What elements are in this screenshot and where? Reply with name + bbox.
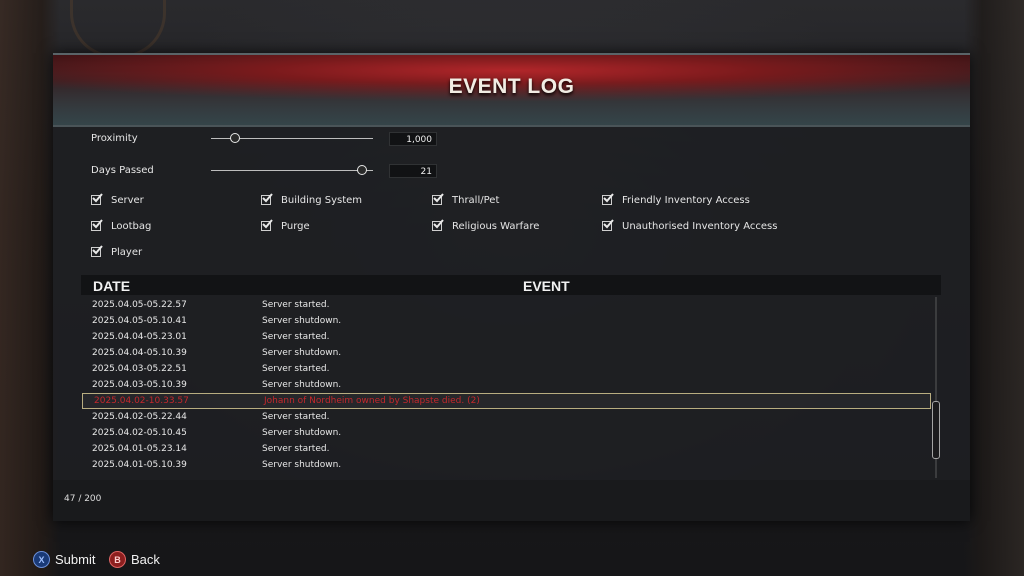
- table-row[interactable]: 2025.04.01-05.23.14 Server started.: [81, 441, 931, 457]
- background-wall-right: [964, 0, 1024, 576]
- table-header: DATE EVENT: [81, 275, 941, 295]
- row-date: 2025.04.03-05.10.39: [92, 380, 187, 390]
- row-event: Server shutdown.: [262, 428, 342, 438]
- checkbox-server[interactable]: Server: [91, 192, 144, 208]
- checkbox-player[interactable]: Player: [91, 244, 142, 260]
- panel-header: EVENT LOG: [53, 53, 970, 127]
- checkbox-label: Server: [111, 194, 144, 206]
- checkmark-icon[interactable]: [91, 219, 103, 231]
- table-row[interactable]: 2025.04.05-05.22.57 Server started.: [81, 297, 931, 313]
- checkbox-label: Unauthorised Inventory Access: [622, 220, 778, 232]
- checkbox-lootbag[interactable]: Lootbag: [91, 218, 151, 234]
- days-passed-slider-track[interactable]: [211, 170, 373, 171]
- row-date: 2025.04.03-05.22.51: [92, 364, 187, 374]
- checkmark-icon[interactable]: [261, 219, 273, 231]
- table-row[interactable]: 2025.04.01-05.10.39 Server shutdown.: [81, 457, 931, 473]
- column-header-date: DATE: [93, 278, 131, 294]
- event-log-panel: EVENT LOG Proximity 1,000 Days Passed 21…: [53, 53, 970, 521]
- checkmark-icon[interactable]: [432, 219, 444, 231]
- panel-footer: 47 / 200: [53, 480, 970, 521]
- checkbox-purge[interactable]: Purge: [261, 218, 310, 234]
- checkmark-icon[interactable]: [602, 219, 614, 231]
- checkmark-icon[interactable]: [91, 245, 103, 257]
- x-button-icon: X: [33, 551, 50, 568]
- background-window: [70, 0, 166, 58]
- row-date: 2025.04.01-05.23.14: [92, 444, 187, 454]
- background-wall-left: [0, 0, 60, 576]
- table-row-selected[interactable]: 2025.04.02-10.33.57 Johann of Nordheim ow…: [82, 393, 931, 409]
- table-row[interactable]: 2025.04.02-05.10.45 Server shutdown.: [81, 425, 931, 441]
- checkbox-label: Thrall/Pet: [452, 194, 500, 206]
- checkbox-unauthorised-inventory-access[interactable]: Unauthorised Inventory Access: [602, 218, 777, 234]
- checkbox-label: Religious Warfare: [452, 220, 540, 232]
- days-passed-label: Days Passed: [91, 165, 154, 176]
- table-row[interactable]: 2025.04.03-05.10.39 Server shutdown.: [81, 377, 931, 393]
- row-event: Server started.: [262, 364, 330, 374]
- checkbox-label: Lootbag: [111, 220, 152, 232]
- row-event: Server shutdown.: [262, 316, 342, 326]
- proximity-value-field[interactable]: 1,000: [389, 132, 437, 146]
- table-row[interactable]: 2025.04.04-05.23.01 Server started.: [81, 329, 931, 345]
- checkmark-icon[interactable]: [91, 193, 103, 205]
- row-date: 2025.04.05-05.10.41: [92, 316, 187, 326]
- checkmark-icon[interactable]: [432, 193, 444, 205]
- proximity-label: Proximity: [91, 133, 138, 144]
- row-date: 2025.04.01-05.10.39: [92, 460, 187, 470]
- days-passed-value-field[interactable]: 21: [389, 164, 437, 178]
- checkbox-label: Building System: [281, 194, 363, 206]
- row-date: 2025.04.02-05.10.45: [92, 428, 187, 438]
- table-row[interactable]: 2025.04.04-05.10.39 Server shutdown.: [81, 345, 931, 361]
- row-date: 2025.04.02-10.33.57: [94, 396, 189, 406]
- submit-prompt[interactable]: X Submit: [33, 551, 95, 568]
- checkbox-building-system[interactable]: Building System: [261, 192, 362, 208]
- row-date: 2025.04.02-05.22.44: [92, 412, 187, 422]
- checkbox-label: Player: [111, 246, 143, 258]
- row-date: 2025.04.04-05.10.39: [92, 348, 187, 358]
- column-header-event: EVENT: [523, 278, 570, 294]
- row-event: Server shutdown.: [262, 460, 342, 470]
- proximity-slider-thumb[interactable]: [230, 133, 241, 143]
- table-row[interactable]: 2025.04.03-05.22.51 Server started.: [81, 361, 931, 377]
- row-event: Server shutdown.: [262, 380, 342, 390]
- table-row[interactable]: 2025.04.02-05.22.44 Server started.: [81, 409, 931, 425]
- event-counter: 47 / 200: [64, 494, 102, 504]
- row-event: Server shutdown.: [262, 348, 342, 358]
- row-event: Server started.: [262, 444, 330, 454]
- row-date: 2025.04.04-05.23.01: [92, 332, 187, 342]
- checkbox-religious-warfare[interactable]: Religious Warfare: [432, 218, 539, 234]
- scrollbar-thumb[interactable]: [932, 401, 940, 459]
- row-event: Server started.: [262, 332, 330, 342]
- table-row[interactable]: 2025.04.05-05.10.41 Server shutdown.: [81, 313, 931, 329]
- checkbox-label: Purge: [281, 220, 310, 232]
- checkbox-thrall-pet[interactable]: Thrall/Pet: [432, 192, 499, 208]
- back-label: Back: [131, 552, 160, 567]
- checkmark-icon[interactable]: [602, 193, 614, 205]
- checkmark-icon[interactable]: [261, 193, 273, 205]
- submit-label: Submit: [55, 552, 96, 567]
- event-list: 2025.04.05-05.22.57 Server started. 2025.0…: [81, 297, 941, 478]
- b-button-icon: B: [109, 551, 126, 568]
- row-event: Server started.: [262, 300, 330, 310]
- page-title: EVENT LOG: [448, 75, 575, 98]
- back-prompt[interactable]: B Back: [109, 551, 160, 568]
- days-passed-slider-thumb[interactable]: [356, 165, 367, 175]
- row-date: 2025.04.05-05.22.57: [92, 300, 187, 310]
- row-event: Server started.: [262, 412, 330, 422]
- checkbox-friendly-inventory-access[interactable]: Friendly Inventory Access: [602, 192, 750, 208]
- row-event: Johann of Nordheim owned by Shapste died…: [264, 396, 480, 406]
- checkbox-label: Friendly Inventory Access: [622, 194, 750, 206]
